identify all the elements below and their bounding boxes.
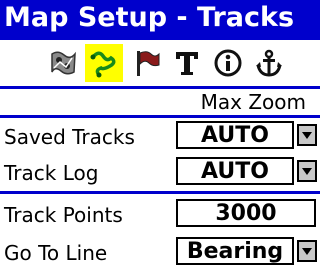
saved-tracks-dropdown-button[interactable] <box>297 124 317 146</box>
info-icon <box>214 49 242 77</box>
page-title: Map Setup - Tracks <box>4 2 295 33</box>
go-to-line-label: Go To Line <box>4 241 108 265</box>
tab-tracks[interactable] <box>85 44 123 82</box>
go-to-line-select[interactable]: Bearing <box>176 237 294 265</box>
waypoints-flag-icon <box>137 51 160 76</box>
title-bar: Map Setup - Tracks <box>0 0 320 40</box>
tracks-icon <box>90 51 116 78</box>
chevron-down-icon <box>302 131 312 139</box>
tab-marine[interactable] <box>250 44 288 82</box>
divider <box>0 191 320 194</box>
row-go-to-line: Go To Line Bearing <box>0 234 320 270</box>
saved-tracks-label: Saved Tracks <box>4 125 135 149</box>
column-header: Max Zoom <box>0 89 320 118</box>
tab-waypoints[interactable] <box>128 44 166 82</box>
tab-text[interactable] <box>168 44 206 82</box>
track-log-select[interactable]: AUTO <box>176 157 294 185</box>
text-icon <box>176 52 198 75</box>
row-track-log: Track Log AUTO <box>0 154 320 190</box>
chevron-down-icon <box>302 247 312 255</box>
track-log-dropdown-button[interactable] <box>297 160 317 182</box>
tab-bar <box>0 40 320 89</box>
track-log-label: Track Log <box>4 161 99 185</box>
track-points-label: Track Points <box>4 203 123 227</box>
max-zoom-header: Max Zoom <box>200 90 306 114</box>
row-track-points: Track Points 3000 <box>0 196 320 232</box>
chevron-down-icon <box>302 167 312 175</box>
track-points-input[interactable]: 3000 <box>176 199 316 227</box>
tab-info[interactable] <box>209 44 247 82</box>
tab-map-detail[interactable] <box>44 44 82 82</box>
saved-tracks-select[interactable]: AUTO <box>176 121 294 149</box>
map-detail-icon <box>51 51 76 75</box>
row-saved-tracks: Saved Tracks AUTO <box>0 118 320 154</box>
marine-anchor-icon <box>256 49 282 77</box>
go-to-line-dropdown-button[interactable] <box>297 240 317 262</box>
map-setup-screen: Map Setup - Tracks Max Zoom Saved Tracks… <box>0 0 320 272</box>
